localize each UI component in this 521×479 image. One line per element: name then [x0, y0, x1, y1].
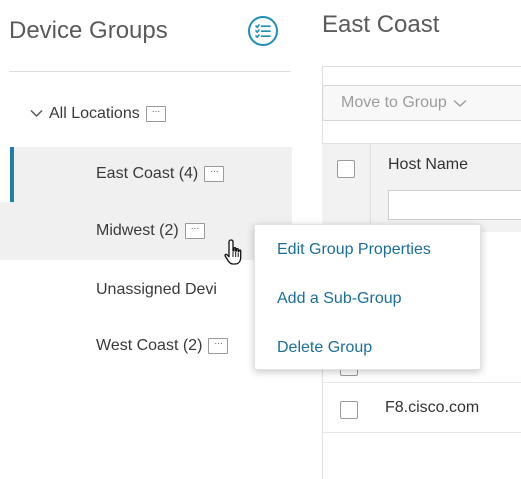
table-cell-host-name: F8.cisco.com — [385, 399, 480, 416]
tree-root-label: All Locations — [49, 105, 140, 122]
chevron-down-icon[interactable] — [30, 105, 43, 121]
select-all-checkbox[interactable] — [337, 160, 355, 178]
tree-root-all-locations[interactable]: All Locations ··· — [30, 105, 166, 123]
row-divider — [322, 382, 521, 383]
menu-item-edit-group-properties[interactable]: Edit Group Properties — [277, 241, 431, 259]
hand-cursor-icon — [224, 239, 242, 265]
row-divider — [322, 432, 521, 433]
move-to-group-button[interactable]: Move to Group — [322, 85, 521, 121]
host-name-filter-input[interactable] — [388, 190, 521, 220]
page-title: East Coast — [322, 11, 440, 38]
more-options-button[interactable]: ··· — [204, 166, 225, 182]
context-menu: Edit Group Properties Add a Sub-Group De… — [254, 224, 481, 370]
title-divider — [322, 66, 521, 67]
tree-item-label: East Coast (4) — [96, 165, 199, 182]
row-checkbox[interactable] — [340, 401, 358, 419]
panel-title: Device Groups — [9, 17, 168, 44]
tree-item-label: Midwest (2) — [96, 222, 179, 239]
tree-item-west-coast[interactable]: West Coast (2) ··· — [96, 337, 229, 355]
tree-item-midwest[interactable]: Midwest (2) ··· — [96, 222, 205, 240]
list-view-button[interactable] — [248, 16, 278, 46]
menu-item-delete-group[interactable]: Delete Group — [277, 339, 372, 357]
tree-item-unassigned[interactable]: Unassigned Devi — [96, 281, 217, 299]
chevron-down-icon — [453, 99, 467, 107]
more-options-button[interactable]: ··· — [184, 223, 205, 239]
tree-item-label: West Coast (2) — [96, 337, 203, 354]
host-name-column-header[interactable]: Host Name — [388, 156, 468, 174]
more-options-button[interactable]: ··· — [208, 338, 229, 354]
selected-row-indicator — [10, 147, 14, 202]
move-to-group-label: Move to Group — [341, 94, 447, 111]
checklist-icon — [255, 24, 271, 38]
tree-item-label: Unassigned Devi — [96, 281, 217, 298]
tree-item-east-coast[interactable]: East Coast (4) ··· — [96, 165, 225, 183]
panel-divider — [9, 71, 291, 72]
menu-item-add-sub-group[interactable]: Add a Sub-Group — [277, 290, 402, 308]
column-separator — [370, 143, 371, 231]
more-options-button[interactable]: ··· — [145, 106, 166, 122]
